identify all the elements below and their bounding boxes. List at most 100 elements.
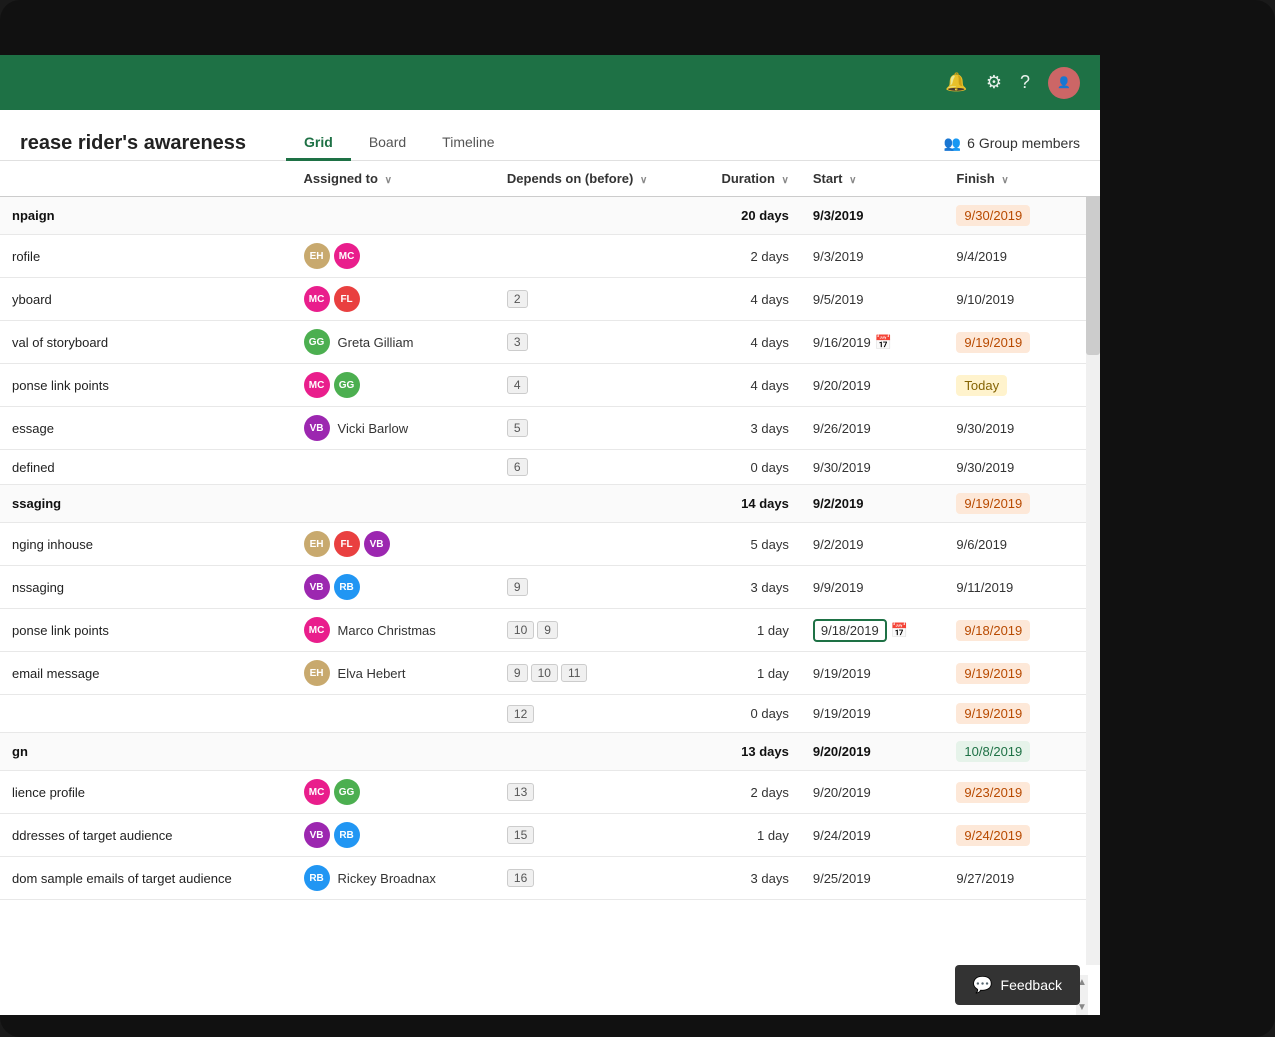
group-start: 9/20/2019 <box>801 733 945 771</box>
avatar: EH <box>304 660 330 686</box>
dep-badge: 2 <box>507 290 528 308</box>
task-duration: 2 days <box>692 235 801 278</box>
task-assigned: VBRB <box>292 566 495 609</box>
task-start[interactable]: 9/25/2019 <box>801 857 945 900</box>
group-members-count: 6 Group members <box>967 135 1080 151</box>
page-title: rease rider's awareness <box>20 132 246 155</box>
task-start[interactable]: 9/30/2019 <box>801 450 945 485</box>
task-name[interactable]: rofile <box>0 235 292 278</box>
col-header-assigned[interactable]: Assigned to ∨ <box>292 161 495 197</box>
group-assigned <box>292 197 495 235</box>
avatar: MC <box>304 617 330 643</box>
finish-badge: 9/30/2019 <box>956 205 1030 226</box>
task-start[interactable]: 9/20/2019 <box>801 364 945 407</box>
group-name[interactable]: ssaging <box>0 485 292 523</box>
avatar-row: VBRB <box>304 822 483 848</box>
task-assigned: MCGG <box>292 771 495 814</box>
task-depends: 109 <box>495 609 692 652</box>
tab-timeline[interactable]: Timeline <box>424 126 512 161</box>
task-assigned: MCGG <box>292 364 495 407</box>
calendar-icon[interactable]: 📅 <box>875 334 892 350</box>
task-depends: 5 <box>495 407 692 450</box>
bell-icon[interactable]: 🔔 <box>945 72 967 93</box>
finish-badge-red: 9/19/2019 <box>956 703 1030 724</box>
task-finish: 9/11/2019 <box>944 566 1100 609</box>
task-start[interactable]: 9/26/2019 <box>801 407 945 450</box>
task-finish: 9/27/2019 <box>944 857 1100 900</box>
task-name[interactable]: essage <box>0 407 292 450</box>
table-row: nssaging VBRB 9 3 days 9/9/2019 9/11/201… <box>0 566 1100 609</box>
avatar: VB <box>364 531 390 557</box>
right-scrollbar[interactable] <box>1086 175 1100 965</box>
scrollbar-thumb[interactable] <box>1086 175 1100 355</box>
start-cell-active[interactable]: 9/18/2019 <box>813 619 887 642</box>
tab-board[interactable]: Board <box>351 126 424 161</box>
task-name[interactable]: val of storyboard <box>0 321 292 364</box>
task-start[interactable]: 9/9/2019 <box>801 566 945 609</box>
task-name[interactable]: dom sample emails of target audience <box>0 857 292 900</box>
avatar[interactable]: 👤 <box>1048 67 1080 99</box>
settings-icon[interactable]: ⚙ <box>986 72 1002 93</box>
task-start[interactable]: 9/19/2019 <box>801 695 945 733</box>
assignee-name: Rickey Broadnax <box>338 871 436 886</box>
task-start[interactable]: 9/5/2019 <box>801 278 945 321</box>
task-name[interactable]: yboard <box>0 278 292 321</box>
duration-sort-icon: ∨ <box>782 175 789 186</box>
table-wrapper: Assigned to ∨ Depends on (before) ∨ Dura… <box>0 161 1100 1001</box>
tab-grid[interactable]: Grid <box>286 126 351 161</box>
header-area: rease rider's awareness Grid Board Timel… <box>0 110 1100 161</box>
dep-badge: 9 <box>507 578 528 596</box>
task-name[interactable]: nging inhouse <box>0 523 292 566</box>
task-depends: 13 <box>495 771 692 814</box>
group-duration: 20 days <box>692 197 801 235</box>
col-header-start[interactable]: Start ∨ <box>801 161 945 197</box>
task-start[interactable]: 9/2/2019 <box>801 523 945 566</box>
avatar-row: RB Rickey Broadnax <box>304 865 483 891</box>
feedback-button[interactable]: 💬 Feedback <box>955 965 1080 1005</box>
task-start[interactable]: 9/19/2019 <box>801 652 945 695</box>
task-duration: 3 days <box>692 857 801 900</box>
task-start[interactable]: 9/18/2019📅 <box>801 609 945 652</box>
task-depends: 12 <box>495 695 692 733</box>
group-name[interactable]: gn <box>0 733 292 771</box>
task-finish: 9/4/2019 <box>944 235 1100 278</box>
task-name[interactable]: ponse link points <box>0 364 292 407</box>
dep-badge: 4 <box>507 376 528 394</box>
task-start[interactable]: 9/24/2019 <box>801 814 945 857</box>
group-members[interactable]: 👥 6 Group members <box>944 135 1080 152</box>
calendar-icon[interactable]: 📅 <box>891 622 908 638</box>
table-row: ponse link points MCGG 4 4 days 9/20/201… <box>0 364 1100 407</box>
feedback-label: Feedback <box>1001 977 1062 993</box>
finish-badge-red: 9/23/2019 <box>956 782 1030 803</box>
task-start[interactable]: 9/3/2019 <box>801 235 945 278</box>
table-row: lience profile MCGG 13 2 days 9/20/2019 … <box>0 771 1100 814</box>
task-start[interactable]: 9/20/2019 <box>801 771 945 814</box>
group-start: 9/3/2019 <box>801 197 945 235</box>
finish-date: 9/30/2019 <box>956 460 1014 475</box>
finish-badge: 10/8/2019 <box>956 741 1030 762</box>
task-assigned: GG Greta Gilliam <box>292 321 495 364</box>
task-start[interactable]: 9/16/2019📅 <box>801 321 945 364</box>
col-header-finish[interactable]: Finish ∨ <box>944 161 1100 197</box>
task-name[interactable]: nssaging <box>0 566 292 609</box>
task-name[interactable]: ddresses of target audience <box>0 814 292 857</box>
table-row: 12 0 days 9/19/2019 9/19/2019 <box>0 695 1100 733</box>
group-start: 9/2/2019 <box>801 485 945 523</box>
group-depends <box>495 197 692 235</box>
group-name[interactable]: npaign <box>0 197 292 235</box>
help-icon[interactable]: ? <box>1020 72 1030 93</box>
task-depends <box>495 523 692 566</box>
task-name[interactable] <box>0 695 292 733</box>
task-duration: 1 day <box>692 609 801 652</box>
task-name[interactable]: ponse link points <box>0 609 292 652</box>
task-name[interactable]: defined <box>0 450 292 485</box>
task-name[interactable]: email message <box>0 652 292 695</box>
col-header-depends[interactable]: Depends on (before) ∨ <box>495 161 692 197</box>
task-name[interactable]: lience profile <box>0 771 292 814</box>
feedback-icon: 💬 <box>973 975 993 995</box>
task-duration: 0 days <box>692 695 801 733</box>
dep-badge: 10 <box>531 664 558 682</box>
group-row: npaign 20 days 9/3/2019 9/30/2019 <box>0 197 1100 235</box>
col-header-duration[interactable]: Duration ∨ <box>692 161 801 197</box>
avatar-row: VB Vicki Barlow <box>304 415 483 441</box>
